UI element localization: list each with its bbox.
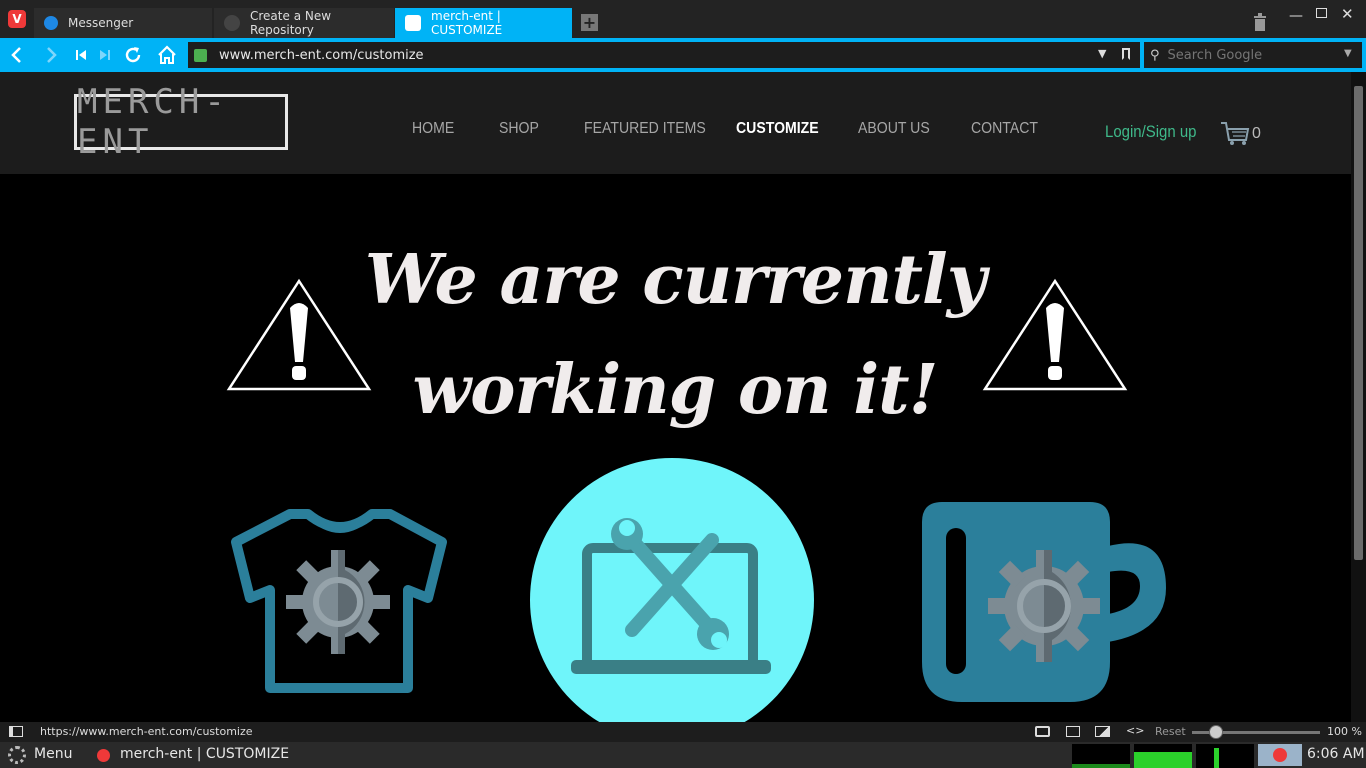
close-button[interactable]: ✕: [1341, 5, 1354, 23]
network-monitor-graph: [1134, 744, 1192, 768]
cart-count: 0: [1252, 125, 1261, 142]
nav-shop[interactable]: SHOP: [499, 120, 539, 138]
window-icon[interactable]: [1066, 726, 1080, 737]
login-signup-link[interactable]: Login/Sign up: [1105, 122, 1197, 142]
nav-featured-items[interactable]: FEATURED ITEMS: [584, 120, 706, 138]
home-icon: [158, 45, 176, 64]
lock-icon: [194, 48, 207, 62]
menu-button[interactable]: Menu: [34, 746, 72, 762]
page-scrollbar[interactable]: [1351, 72, 1366, 722]
zoom-slider-thumb[interactable]: [1209, 725, 1223, 739]
cart-icon[interactable]: [1220, 120, 1250, 150]
fast-forward-button[interactable]: [94, 44, 116, 66]
zoom-reset-button[interactable]: Reset: [1155, 725, 1186, 738]
home-button[interactable]: [156, 44, 178, 66]
trash-icon[interactable]: [1253, 13, 1267, 35]
laptop-tools-icon: [530, 458, 814, 722]
address-text: www.merch-ent.com/customize: [219, 47, 424, 63]
task-window[interactable]: merch-ent | CUSTOMIZE: [120, 746, 289, 762]
address-field[interactable]: www.merch-ent.com/customize ▼: [188, 42, 1140, 68]
menu-icon[interactable]: [8, 746, 26, 764]
tab-merch-ent[interactable]: merch-ent | CUSTOMIZE: [395, 8, 572, 38]
search-field[interactable]: ⚲ ▼: [1144, 42, 1362, 68]
panel-toggle-icon[interactable]: [9, 726, 23, 737]
scrollbar-thumb[interactable]: [1354, 86, 1363, 560]
system-monitor-graph: [1072, 744, 1130, 768]
warning-right-icon: [982, 278, 1128, 391]
arrow-right-icon: [47, 47, 57, 63]
messenger-icon: [44, 16, 58, 30]
vivaldi-tray-icon[interactable]: [1258, 744, 1302, 766]
arrow-left-icon: [11, 47, 21, 63]
mug-gear-icon: [922, 502, 1166, 702]
vivaldi-task-icon: [97, 749, 110, 762]
tab-label: merch-ent | CUSTOMIZE: [431, 9, 503, 37]
warning-left-icon: [226, 278, 372, 391]
page-favicon-icon: [405, 15, 421, 31]
chevron-down-icon[interactable]: ▼: [1344, 48, 1352, 59]
nav-home[interactable]: HOME: [412, 120, 454, 138]
image-icon[interactable]: [1095, 726, 1110, 737]
status-url: https://www.merch-ent.com/customize: [40, 725, 253, 738]
search-input[interactable]: [1167, 47, 1338, 63]
maximize-button[interactable]: [1316, 8, 1327, 18]
rewind-icon: [76, 50, 86, 60]
search-icon: ⚲: [1150, 47, 1160, 63]
forward-button[interactable]: [40, 44, 62, 66]
nav-customize[interactable]: CUSTOMIZE: [736, 120, 819, 138]
fast-forward-icon: [100, 50, 110, 60]
tab-label: Messenger: [68, 16, 134, 30]
minimize-button[interactable]: —: [1289, 8, 1303, 24]
new-tab-button[interactable]: +: [581, 14, 598, 31]
web-page: MERCH-ENT HOME SHOP FEATURED ITEMS CUSTO…: [0, 72, 1351, 722]
memory-monitor-graph: [1196, 744, 1254, 768]
status-bar: https://www.merch-ent.com/customize <> R…: [0, 722, 1366, 742]
vivaldi-logo-icon[interactable]: V: [8, 10, 26, 28]
os-taskbar: Menu merch-ent | CUSTOMIZE 6:06 AM: [0, 742, 1366, 768]
nav-about-us[interactable]: ABOUT US: [858, 120, 930, 138]
reload-icon: [125, 47, 141, 63]
tab-messenger[interactable]: Messenger: [34, 8, 212, 38]
rewind-button[interactable]: [70, 44, 92, 66]
nav-contact[interactable]: CONTACT: [971, 120, 1038, 138]
site-logo[interactable]: MERCH-ENT: [74, 82, 288, 162]
headline-line-1: We are currently: [364, 240, 987, 320]
tab-github[interactable]: Create a New Repository: [214, 8, 394, 38]
clock: 6:06 AM: [1307, 746, 1365, 762]
tshirt-gear-icon: [231, 509, 447, 693]
address-toolbar: www.merch-ent.com/customize ▼ ⚲ ▼: [0, 38, 1366, 72]
back-button[interactable]: [6, 44, 28, 66]
camera-icon[interactable]: [1035, 726, 1050, 737]
headline-line-2: working on it!: [412, 350, 939, 430]
zoom-level: 100 %: [1327, 725, 1362, 738]
reload-button[interactable]: [122, 44, 144, 66]
tab-label: Create a New Repository: [250, 9, 332, 37]
site-header: MERCH-ENT HOME SHOP FEATURED ITEMS CUSTO…: [0, 72, 1351, 174]
code-icon[interactable]: <>: [1126, 724, 1144, 737]
tab-bar: V Messenger Create a New Repository merc…: [0, 0, 1366, 38]
github-icon: [224, 15, 240, 31]
bookmark-icon[interactable]: [1122, 48, 1130, 60]
dropdown-icon[interactable]: ▼: [1098, 47, 1106, 60]
